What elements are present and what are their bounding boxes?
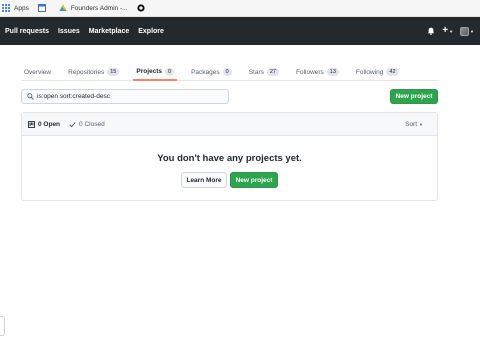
project-board-icon: [28, 120, 35, 128]
tab-overview[interactable]: Overview: [21, 58, 54, 80]
tab-label: Following: [355, 68, 384, 76]
header-actions: + ▼ ▼: [420, 17, 474, 45]
sort-label: Sort: [405, 120, 418, 128]
bookmark-label: Apps: [14, 4, 29, 12]
avatar: [460, 26, 470, 36]
projects-list: 0 Open 0 Closed Sort ▼ You don't have an…: [21, 112, 438, 201]
empty-state: You don't have any projects yet. Learn M…: [22, 153, 437, 188]
bookmark-github[interactable]: [136, 4, 149, 12]
closed-count-label: 0 Closed: [79, 120, 105, 128]
project-search-input[interactable]: is:open sort:created-desc: [21, 89, 229, 104]
open-count-label: 0 Open: [38, 120, 61, 128]
tab-label: Overview: [24, 68, 52, 76]
bookmark-calendar[interactable]: [37, 4, 50, 12]
tab-count: 0: [165, 67, 175, 76]
tab-packages[interactable]: Packages 0: [188, 58, 235, 80]
notifications-bell-icon[interactable]: [427, 27, 435, 35]
tab-repositories[interactable]: Repositories 15: [65, 58, 122, 80]
new-project-button[interactable]: New project: [390, 89, 438, 104]
search-icon: [27, 93, 34, 100]
tab-label: Followers: [295, 68, 324, 76]
create-new-menu[interactable]: + ▼: [442, 25, 454, 36]
tab-count: 13: [326, 68, 339, 76]
tab-label: Packages: [191, 68, 220, 76]
apps-grid-icon: [2, 4, 10, 12]
tab-stars[interactable]: Stars 27: [246, 58, 282, 80]
projects-list-header: 0 Open 0 Closed Sort ▼: [22, 113, 437, 136]
learn-more-button[interactable]: Learn More: [181, 172, 227, 188]
user-menu[interactable]: ▼: [460, 26, 474, 36]
caret-down-icon: ▼: [419, 121, 423, 127]
bookmark-apps[interactable]: Apps: [2, 4, 29, 12]
search-value: is:open sort:created-desc: [37, 93, 110, 100]
tab-following[interactable]: Following 42: [353, 58, 402, 80]
tab-followers[interactable]: Followers 13: [293, 58, 342, 80]
empty-state-title: You don't have any projects yet.: [157, 153, 302, 164]
nav-pull-requests[interactable]: Pull requests: [5, 28, 49, 35]
caret-down-icon: ▼: [449, 28, 454, 34]
tab-count: 15: [107, 68, 120, 76]
bookmark-founders-admin[interactable]: Founders Admin -...: [59, 4, 128, 12]
check-icon: [69, 121, 76, 128]
bookmark-label: Founders Admin -...: [70, 4, 128, 12]
tab-count: 42: [386, 68, 399, 76]
empty-state-actions: Learn More New project: [22, 172, 437, 188]
tab-label: Projects: [136, 68, 163, 75]
top-navigation: Pull requests Issues Marketplace Explore…: [0, 17, 480, 45]
bookmarks-bar: Apps Founders Admin -...: [0, 0, 480, 17]
new-project-button-empty-state[interactable]: New project: [230, 172, 278, 188]
caret-down-icon: ▼: [470, 28, 474, 34]
tab-count: 27: [266, 68, 279, 76]
tab-label: Stars: [248, 68, 264, 76]
nav-marketplace[interactable]: Marketplace: [89, 28, 129, 35]
tab-label: Repositories: [68, 68, 105, 76]
sort-dropdown[interactable]: Sort ▼: [405, 113, 423, 135]
filter-closed[interactable]: 0 Closed: [69, 121, 105, 128]
plus-icon: +: [442, 25, 449, 36]
nav-explore[interactable]: Explore: [138, 28, 164, 35]
github-icon: [136, 4, 145, 12]
nav-issues[interactable]: Issues: [58, 28, 80, 35]
tab-count: 0: [222, 68, 232, 76]
calendar-icon: [37, 4, 46, 12]
filter-open[interactable]: 0 Open: [28, 121, 60, 128]
tab-projects[interactable]: Projects 0: [133, 58, 178, 81]
profile-tabs: Overview Repositories 15 Projects 0 Pack…: [21, 58, 438, 81]
drive-icon: [59, 4, 67, 11]
side-panel-handle[interactable]: [0, 316, 5, 336]
